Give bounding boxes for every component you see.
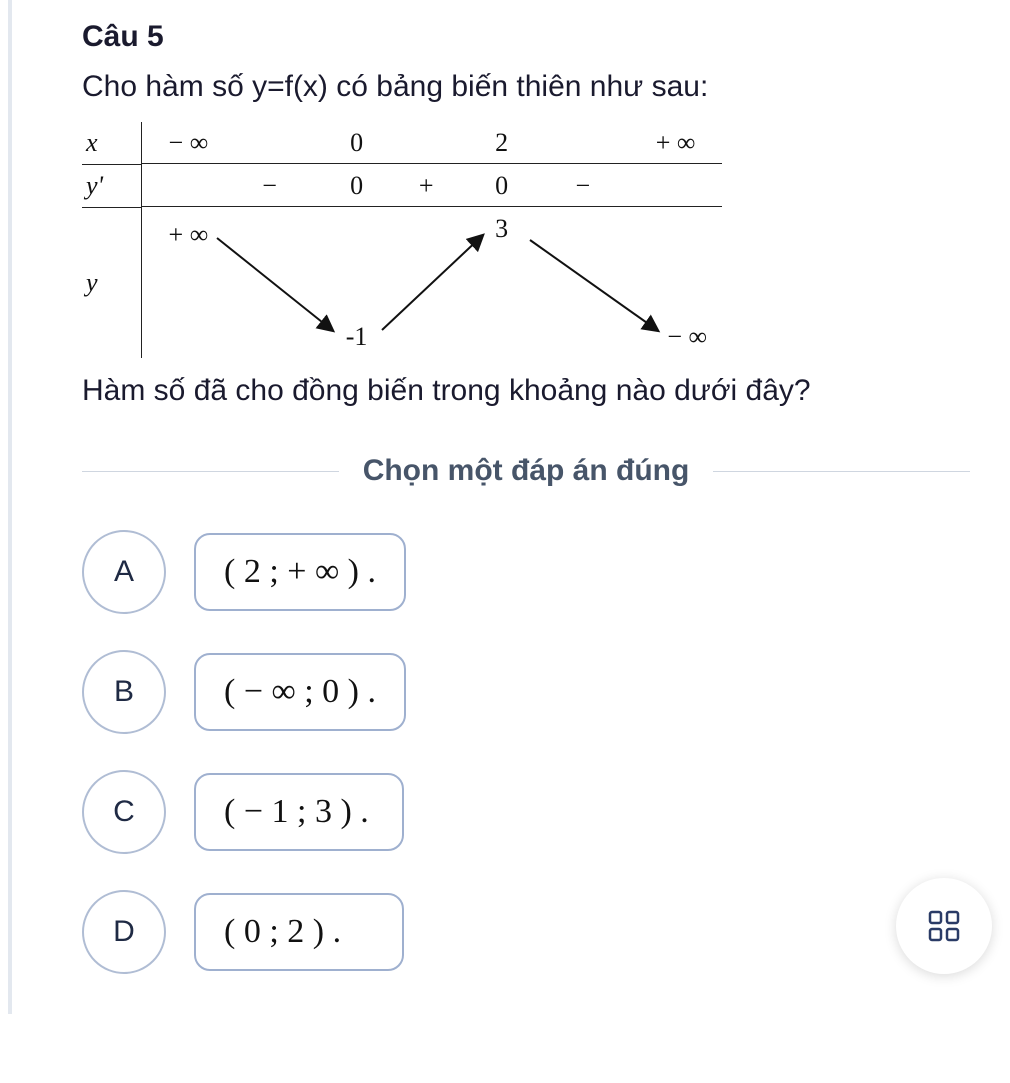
variation-table: x − ∞ 0 2 + ∞ y' − 0 + 0 − y + ∞ -1 3: [82, 122, 722, 358]
option-a: A ( 2 ; + ∞ ) .: [82, 530, 970, 614]
row-label-y: y: [82, 208, 142, 358]
option-d: D ( 0 ; 2 ) .: [82, 890, 970, 974]
option-b-button[interactable]: B: [82, 650, 166, 734]
instruction-divider: Chọn một đáp án đúng: [82, 454, 970, 488]
option-c-button[interactable]: C: [82, 770, 166, 854]
question-subprompt: Hàm số đã cho đồng biến trong khoảng nào…: [82, 370, 970, 412]
options-list: A ( 2 ; + ∞ ) . B ( − ∞ ; 0 ) . C ( − 1 …: [82, 530, 970, 974]
option-b-text[interactable]: ( − ∞ ; 0 ) .: [194, 653, 406, 731]
option-c: C ( − 1 ; 3 ) .: [82, 770, 970, 854]
question-card: Câu 5 Cho hàm số y=f(x) có bảng biến thi…: [8, 0, 1010, 1014]
grid-icon: [926, 908, 962, 944]
variation-arrows: [142, 208, 722, 358]
option-c-text[interactable]: ( − 1 ; 3 ) .: [194, 773, 404, 851]
row-label-yprime: y': [82, 165, 142, 208]
option-a-button[interactable]: A: [82, 530, 166, 614]
question-label: Câu 5: [82, 20, 970, 54]
row-y-values: + ∞ -1 3 − ∞: [142, 208, 722, 358]
row-label-x: x: [82, 122, 142, 165]
row-x-values: − ∞ 0 2 + ∞: [142, 122, 722, 164]
grid-menu-button[interactable]: [896, 878, 992, 974]
option-a-text[interactable]: ( 2 ; + ∞ ) .: [194, 533, 406, 611]
instruction-text: Chọn một đáp án đúng: [339, 454, 714, 488]
option-d-text[interactable]: ( 0 ; 2 ) .: [194, 893, 404, 971]
option-d-button[interactable]: D: [82, 890, 166, 974]
question-prompt: Cho hàm số y=f(x) có bảng biến thiên như…: [82, 66, 970, 108]
row-yprime-values: − 0 + 0 −: [142, 165, 722, 207]
option-b: B ( − ∞ ; 0 ) .: [82, 650, 970, 734]
